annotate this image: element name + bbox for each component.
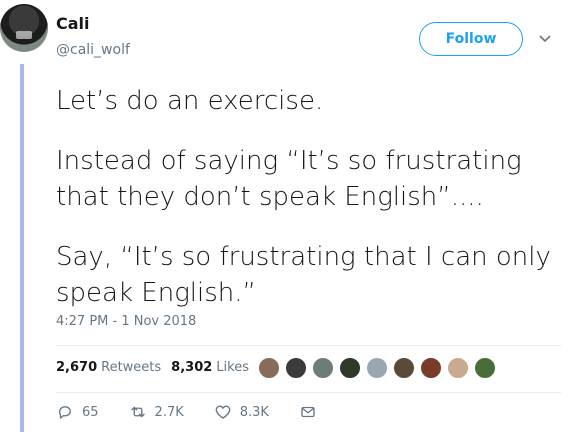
like-button[interactable]: 8.3K xyxy=(214,403,269,421)
tweet-paragraph: Say, “It’s so frustrating that I can onl… xyxy=(56,242,551,308)
tweet-text: Let’s do an exercise. Instead of saying … xyxy=(56,83,561,335)
retweet-button[interactable]: 2.7K xyxy=(129,403,184,421)
follow-button[interactable]: Follow xyxy=(419,22,523,56)
liker-avatar[interactable] xyxy=(312,357,334,379)
tweet-paragraph: Instead of saying “It’s so frustrating t… xyxy=(56,146,522,212)
likes-label: Likes xyxy=(216,360,249,375)
retweets-count: 2,670 xyxy=(56,360,98,375)
likes-stat[interactable]: 8,302 Likes xyxy=(171,360,249,375)
retweets-stat[interactable]: 2,670 Retweets xyxy=(56,360,161,375)
tweet-timestamp[interactable]: 4:27 PM - 1 Nov 2018 xyxy=(56,314,196,329)
retweet-icon xyxy=(130,406,145,418)
tweet-paragraph: Let’s do an exercise. xyxy=(56,86,324,116)
liker-avatar[interactable] xyxy=(258,357,280,379)
likes-count: 8,302 xyxy=(171,360,213,375)
liker-avatar[interactable] xyxy=(393,357,415,379)
thread-line xyxy=(20,64,24,432)
envelope-icon xyxy=(301,406,315,418)
user-name[interactable]: Cali xyxy=(56,14,90,33)
user-handle[interactable]: @cali_wolf xyxy=(56,42,130,58)
chevron-down-icon[interactable] xyxy=(537,30,553,46)
stats-divider-top xyxy=(56,345,561,346)
retweets-label: Retweets xyxy=(101,360,162,375)
tweet-actions: 65 2.7K 8.3K xyxy=(56,403,355,421)
reply-count: 65 xyxy=(82,404,99,420)
liker-avatar[interactable] xyxy=(474,357,496,379)
tweet-stats: 2,670 Retweets 8,302 Likes xyxy=(56,360,249,375)
reply-button[interactable]: 65 xyxy=(56,403,99,421)
retweet-count: 2.7K xyxy=(154,404,184,420)
liker-avatar[interactable] xyxy=(285,357,307,379)
likers-avatars xyxy=(258,357,501,379)
reply-icon xyxy=(58,406,71,419)
liker-avatar[interactable] xyxy=(366,357,388,379)
like-count: 8.3K xyxy=(239,404,269,420)
liker-avatar[interactable] xyxy=(420,357,442,379)
heart-icon xyxy=(215,405,231,419)
stats-divider-bottom xyxy=(56,392,561,393)
liker-avatar[interactable] xyxy=(339,357,361,379)
liker-avatar[interactable] xyxy=(447,357,469,379)
direct-message-button[interactable] xyxy=(299,403,325,421)
avatar[interactable] xyxy=(0,4,48,52)
